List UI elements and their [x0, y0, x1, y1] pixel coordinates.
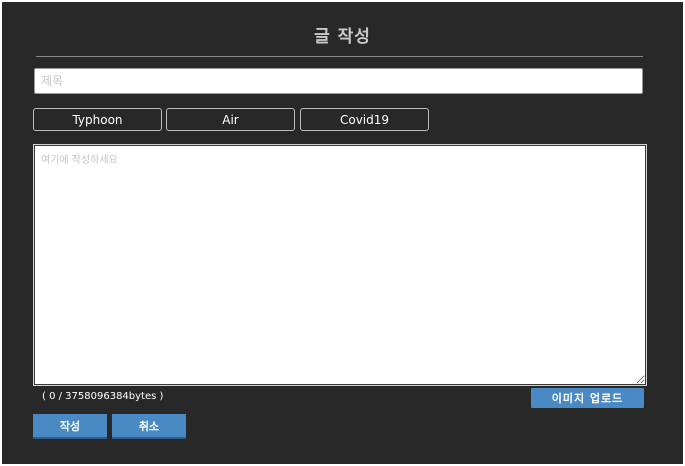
tag-covid19-button[interactable]: Covid19	[300, 108, 429, 131]
cancel-button[interactable]: 취소	[112, 414, 186, 439]
page-title: 글 작성	[314, 27, 371, 47]
title-divider	[36, 56, 643, 57]
tag-typhoon-button[interactable]: Typhoon	[33, 108, 162, 131]
tag-air-button[interactable]: Air	[166, 108, 295, 131]
write-post-panel: 글 작성 Typhoon Air Covid19 ( 0 / 375809638…	[2, 2, 683, 464]
post-title-input[interactable]	[34, 68, 643, 94]
submit-button[interactable]: 작성	[33, 414, 107, 439]
image-upload-button[interactable]: 이미지 업로드	[531, 388, 644, 408]
byte-counter: ( 0 / 3758096384bytes )	[42, 391, 164, 402]
post-content-textarea[interactable]	[33, 144, 647, 386]
